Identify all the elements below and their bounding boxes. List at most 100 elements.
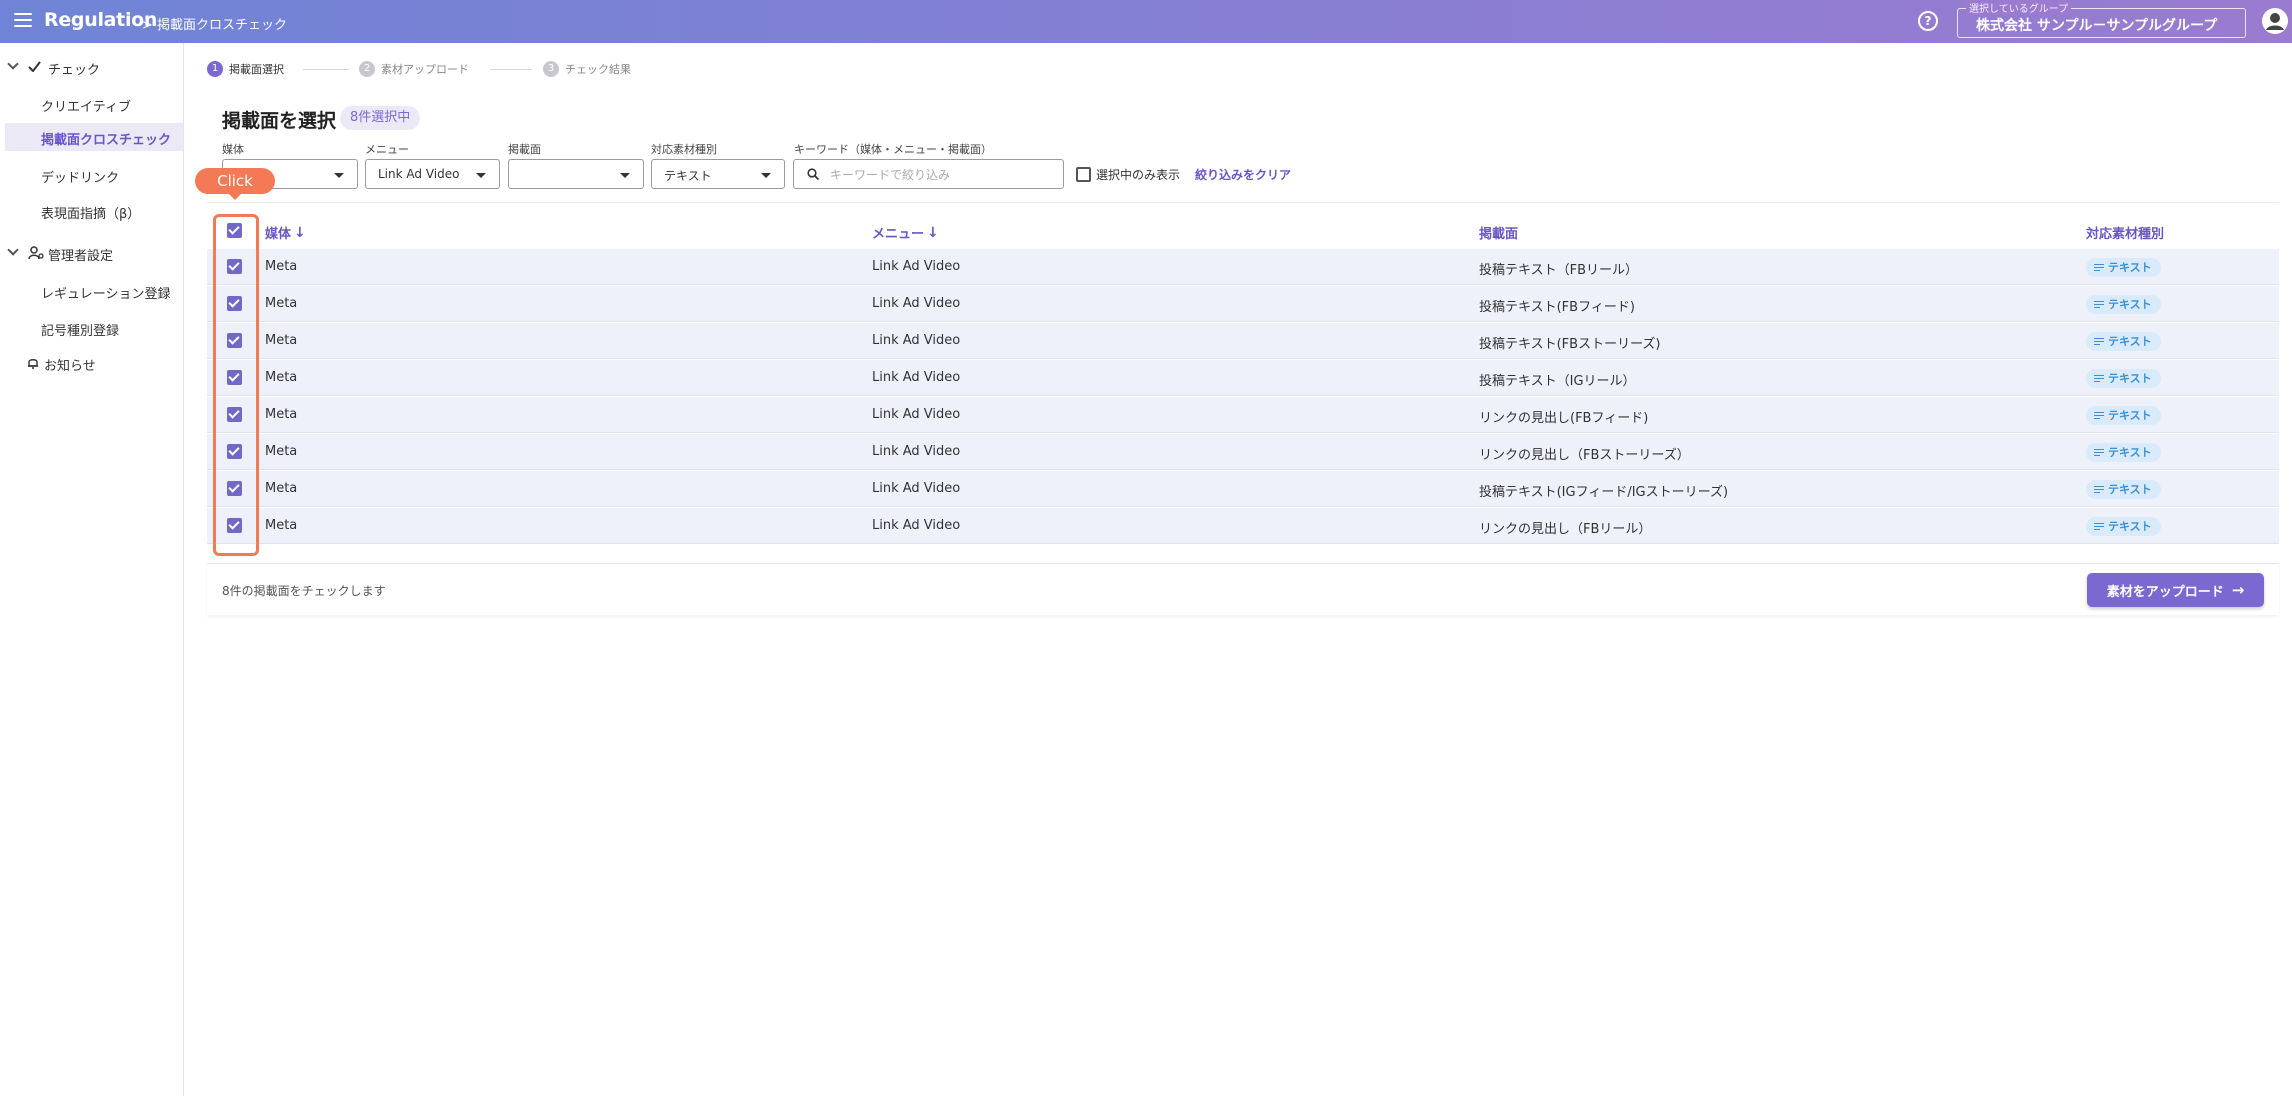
menu-cell: Link Ad Video <box>872 259 961 274</box>
step-upload-material: 2 素材アップロード <box>359 61 469 77</box>
step-divider <box>490 69 532 70</box>
material-type-badge: テキスト <box>2086 480 2161 499</box>
menu-cell: Link Ad Video <box>872 370 961 385</box>
table-header: 媒体 ↓ メニュー ↓ 掲載面 対応素材種別 <box>207 214 2279 248</box>
placement-cell: 投稿テキスト（IGリール） <box>1479 374 1636 389</box>
material-type-badge: テキスト <box>2086 295 2161 314</box>
material-type-filter-label: 対応素材種別 <box>651 143 717 156</box>
hamburger-menu-icon[interactable] <box>14 13 32 29</box>
material-type-badge: テキスト <box>2086 369 2161 388</box>
click-highlight-box <box>213 214 259 556</box>
admin-settings-icon <box>28 246 44 260</box>
show-selected-only-checkbox[interactable] <box>1076 167 1091 182</box>
keyword-search-field[interactable] <box>793 159 1064 189</box>
menu-cell: Link Ad Video <box>872 518 961 533</box>
group-selector-label: 選択しているグループ <box>1966 0 2072 15</box>
media-cell: Meta <box>265 370 298 385</box>
table-row[interactable]: Meta Link Ad Video リンクの見出し（FBストーリーズ） テキス… <box>207 434 2279 470</box>
column-header-placement: 掲載面 <box>1479 227 1519 242</box>
selected-count-badge: 8件選択中 <box>340 106 421 130</box>
sidebar-item-creative[interactable]: クリエイティブ <box>41 96 131 115</box>
search-icon <box>807 168 819 180</box>
media-cell: Meta <box>265 407 298 422</box>
breadcrumb: > 掲載面クロスチェック <box>142 18 288 33</box>
dropdown-caret-icon <box>476 173 486 178</box>
table-row[interactable]: Meta Link Ad Video リンクの見出し(FBフィード) テキスト <box>207 397 2279 433</box>
table-row[interactable]: Meta Link Ad Video 投稿テキスト(FBストーリーズ) テキスト <box>207 323 2279 359</box>
media-filter-label: 媒体 <box>222 143 244 156</box>
sidebar-section-check[interactable]: チェック <box>48 59 100 78</box>
check-icon <box>28 61 41 72</box>
tooltip-arrow <box>229 194 241 200</box>
table-row[interactable]: Meta Link Ad Video 投稿テキスト(FBフィード) テキスト <box>207 286 2279 322</box>
app-title[interactable]: Regulation <box>44 9 157 31</box>
placement-cell: 投稿テキスト(FBストーリーズ) <box>1479 337 1661 352</box>
sidebar-item-expression[interactable]: 表現面指摘（β） <box>41 203 140 222</box>
text-lines-icon <box>2094 262 2104 273</box>
column-header-material-type: 対応素材種別 <box>2086 227 2165 242</box>
placement-cell: リンクの見出し(FBフィード) <box>1479 411 1649 426</box>
divider <box>207 202 2279 203</box>
upload-material-button[interactable]: 素材をアップロード → <box>2087 573 2264 607</box>
sidebar-item-symbol-type[interactable]: 記号種別登録 <box>41 320 119 339</box>
menu-cell: Link Ad Video <box>872 333 961 348</box>
material-type-badge: テキスト <box>2086 517 2161 536</box>
chevron-down-icon[interactable] <box>7 244 19 256</box>
sort-arrow-icon: ↓ <box>927 224 939 241</box>
clear-filters-link[interactable]: 絞り込みをクリア <box>1195 166 1291 183</box>
text-lines-icon <box>2094 299 2104 310</box>
placement-cell: 投稿テキスト(FBフィード) <box>1479 300 1635 315</box>
table-row[interactable]: Meta Link Ad Video 投稿テキスト（FBリール） テキスト <box>207 249 2279 285</box>
sidebar: チェック クリエイティブ 掲載面クロスチェック デッドリンク 表現面指摘（β） … <box>0 43 184 1096</box>
placement-cell: リンクの見出し（FBストーリーズ） <box>1479 448 1690 463</box>
media-cell: Meta <box>265 481 298 496</box>
keyword-filter-label: キーワード（媒体・メニュー・掲載面） <box>794 143 992 156</box>
text-lines-icon <box>2094 373 2104 384</box>
upload-material-label: 素材をアップロード <box>2106 584 2224 600</box>
column-header-media[interactable]: 媒体 ↓ <box>265 223 306 243</box>
action-footer: 8件の掲載面をチェックします 素材をアップロード → <box>207 563 2279 615</box>
dropdown-caret-icon <box>334 173 344 178</box>
sidebar-item-notice[interactable]: お知らせ <box>44 355 96 374</box>
page-title: 掲載面を選択 <box>222 110 337 132</box>
text-lines-icon <box>2094 410 2104 421</box>
menu-cell: Link Ad Video <box>872 407 961 422</box>
material-type-badge: テキスト <box>2086 332 2161 351</box>
dropdown-caret-icon <box>761 173 771 178</box>
material-type-badge: テキスト <box>2086 406 2161 425</box>
group-selector[interactable]: 選択しているグループ 株式会社 サンプル－サンプルグループ <box>1957 0 2246 38</box>
placement-filter-label: 掲載面 <box>508 143 541 156</box>
account-avatar-icon[interactable] <box>2261 7 2289 35</box>
show-selected-only-label: 選択中のみ表示 <box>1096 168 1181 182</box>
step-divider <box>303 69 349 70</box>
placement-select[interactable] <box>508 159 644 189</box>
placement-cell: 投稿テキスト(IGフィード/IGストーリーズ) <box>1479 485 1729 500</box>
media-cell: Meta <box>265 296 298 311</box>
column-header-menu[interactable]: メニュー ↓ <box>872 223 939 243</box>
sidebar-item-cross-check[interactable]: 掲載面クロスチェック <box>5 123 183 151</box>
table-row[interactable]: Meta Link Ad Video リンクの見出し（FBリール） テキスト <box>207 508 2279 544</box>
placement-cell: 投稿テキスト（FBリール） <box>1479 263 1639 278</box>
keyword-search-input[interactable] <box>830 165 1050 185</box>
group-name: 株式会社 サンプル－サンプルグループ <box>1976 18 2218 34</box>
text-lines-icon <box>2094 447 2104 458</box>
media-cell: Meta <box>265 333 298 348</box>
media-cell: Meta <box>265 259 298 274</box>
sidebar-item-dead-link[interactable]: デッドリンク <box>41 167 119 186</box>
show-selected-only-toggle[interactable]: 選択中のみ表示 <box>1076 166 1180 183</box>
help-icon[interactable]: ? <box>1918 11 1938 31</box>
menu-filter-label: メニュー <box>365 143 409 156</box>
sidebar-item-regulation[interactable]: レギュレーション登録 <box>41 283 170 302</box>
sidebar-section-admin[interactable]: 管理者設定 <box>48 245 113 264</box>
menu-cell: Link Ad Video <box>872 444 961 459</box>
material-type-badge: テキスト <box>2086 258 2161 277</box>
table-row[interactable]: Meta Link Ad Video 投稿テキスト(IGフィード/IGストーリー… <box>207 471 2279 507</box>
sort-arrow-icon: ↓ <box>294 224 306 241</box>
text-lines-icon <box>2094 521 2104 532</box>
dropdown-caret-icon <box>620 173 630 178</box>
menu-select[interactable]: Link Ad Video <box>365 159 500 189</box>
chevron-down-icon[interactable] <box>7 58 19 70</box>
bell-icon <box>28 359 38 369</box>
material-type-select[interactable]: テキスト <box>651 159 785 189</box>
table-row[interactable]: Meta Link Ad Video 投稿テキスト（IGリール） テキスト <box>207 360 2279 396</box>
